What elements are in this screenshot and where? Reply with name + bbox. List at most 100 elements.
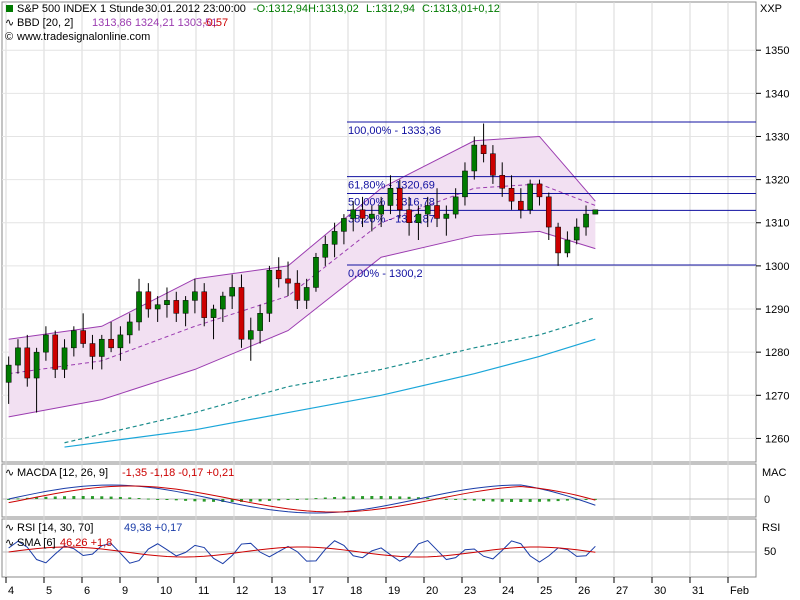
macd-histogram-bar xyxy=(323,497,327,499)
sma-icon: ∿ xyxy=(5,537,14,549)
y-tick-label: 1350 xyxy=(765,45,789,57)
y-tick-label: 1270 xyxy=(765,390,789,402)
x-tick-label: 20 xyxy=(426,585,438,597)
candle-body xyxy=(518,200,524,211)
candle-body xyxy=(396,187,403,211)
bbd-icon: ∿ xyxy=(5,17,14,29)
symbol-title: S&P 500 INDEX 1 Stunde xyxy=(17,3,144,15)
header-low: L:1312,94 xyxy=(366,3,415,15)
macd-histogram-bar xyxy=(500,499,504,502)
fib-label: 100,00% - 1333,36 xyxy=(348,125,441,137)
candle-body xyxy=(471,144,478,172)
macd-histogram-bar xyxy=(100,496,104,499)
bbd-label: BBD [20, 2] xyxy=(17,17,73,29)
macd-histogram-bar xyxy=(174,499,178,501)
x-tick-label: 24 xyxy=(502,585,514,597)
y-tick-label: 1280 xyxy=(765,347,789,359)
candle-body xyxy=(294,282,301,301)
candle-body xyxy=(247,330,254,340)
x-tick-label: Feb xyxy=(730,585,749,597)
macd-histogram-bar xyxy=(454,499,458,500)
candle-body xyxy=(285,278,291,284)
macd-histogram-bar xyxy=(361,496,365,499)
x-tick-label: 9 xyxy=(122,585,128,597)
x-tick-label: 6 xyxy=(84,585,90,597)
candle-body xyxy=(108,338,114,349)
sma-values: 46,26 +1,8 xyxy=(60,537,112,549)
candle-body xyxy=(322,244,329,258)
candle-body xyxy=(192,291,198,301)
y-tick-label: 1260 xyxy=(765,433,789,445)
macd-zero-tick: 0 xyxy=(764,494,770,506)
macd-histogram-bar xyxy=(388,496,392,499)
macd-histogram-bar xyxy=(351,496,355,499)
macd-histogram-bar xyxy=(184,499,188,501)
x-tick-label: 26 xyxy=(578,585,590,597)
x-tick-label: 30 xyxy=(654,585,666,597)
macd-histogram-bar xyxy=(537,499,541,502)
candle-body xyxy=(61,347,68,370)
price-axis-label: XXP xyxy=(760,3,782,15)
candle-body xyxy=(117,334,124,349)
macd-histogram-bar xyxy=(267,499,271,501)
sma-label: SMA [6] xyxy=(17,537,56,549)
candle-body xyxy=(145,291,152,310)
candle-body xyxy=(592,209,599,215)
candle-body xyxy=(341,218,347,232)
macd-histogram-bar xyxy=(286,499,290,500)
header-open: -O:1312,94 xyxy=(253,3,308,15)
candle-body xyxy=(452,196,459,215)
candle-body xyxy=(154,304,161,310)
candle-body xyxy=(387,187,394,206)
macd-histogram-bar xyxy=(295,499,299,500)
macd-histogram-bar xyxy=(193,499,197,502)
header-datetime: 30.01.2012 23:00:00 xyxy=(145,3,246,15)
macd-axis-label: MAC xyxy=(762,467,787,479)
macd-histogram-bar xyxy=(584,499,588,500)
x-tick-label: 25 xyxy=(540,585,552,597)
candle-body xyxy=(220,295,226,310)
macd-histogram-bar xyxy=(370,496,374,499)
candle-body xyxy=(275,269,282,280)
candle-body xyxy=(350,209,357,219)
x-tick-label: 12 xyxy=(236,585,248,597)
macd-histogram-bar xyxy=(277,499,281,501)
fib-label: 0,00% - 1300,2 xyxy=(348,268,423,280)
rsi-axis-label: RSI xyxy=(762,522,780,534)
macd-histogram-bar xyxy=(379,496,383,499)
candle-body xyxy=(71,330,77,349)
rsi-icon: ∿ xyxy=(5,522,14,534)
candle-body xyxy=(490,153,496,176)
header-high: H:1313,02 xyxy=(308,3,359,15)
chart-svg: 100,00% - 1333,3661,80% - 1320,6950,00% … xyxy=(1,1,789,597)
macd-histogram-bar xyxy=(137,497,141,499)
macd-histogram-bar xyxy=(258,499,262,502)
candle-body xyxy=(201,291,208,318)
x-axis: 4 5 6 9 10 11 12 13 17 18 19 20 23 24 25 26 27 30 31 Feb xyxy=(5,577,749,597)
candle-body xyxy=(173,300,180,314)
header-close: C:1313,01 xyxy=(422,3,473,15)
x-tick-label: 19 xyxy=(388,585,400,597)
macd-histogram-bar xyxy=(407,496,411,499)
candle-body xyxy=(545,196,552,228)
candle-body xyxy=(359,209,366,219)
candle-body xyxy=(182,300,189,314)
macd-values: -1,35 -1,18 -0,17 +0,21 xyxy=(122,467,234,479)
macd-histogram-bar xyxy=(463,499,467,501)
candle-body xyxy=(415,213,422,223)
macd-histogram-bar xyxy=(510,499,514,502)
candle-body xyxy=(424,205,431,215)
y-axis: 1350 1340 1330 1320 1310 1300 1290 1280 1270 1260 xyxy=(756,45,789,445)
candle-body xyxy=(443,213,450,219)
candle-body xyxy=(573,226,580,241)
candle-body xyxy=(564,239,571,254)
candle-body xyxy=(164,300,170,305)
macd-histogram-bar xyxy=(305,498,309,500)
source-label: www.tradesignalonline.com xyxy=(16,31,150,43)
y-tick-label: 1310 xyxy=(765,218,789,230)
macd-histogram-bar xyxy=(342,496,346,499)
macd-histogram-bar xyxy=(556,499,560,502)
x-tick-label: 13 xyxy=(274,585,286,597)
candle-body xyxy=(43,334,49,353)
candle-body xyxy=(257,313,263,331)
